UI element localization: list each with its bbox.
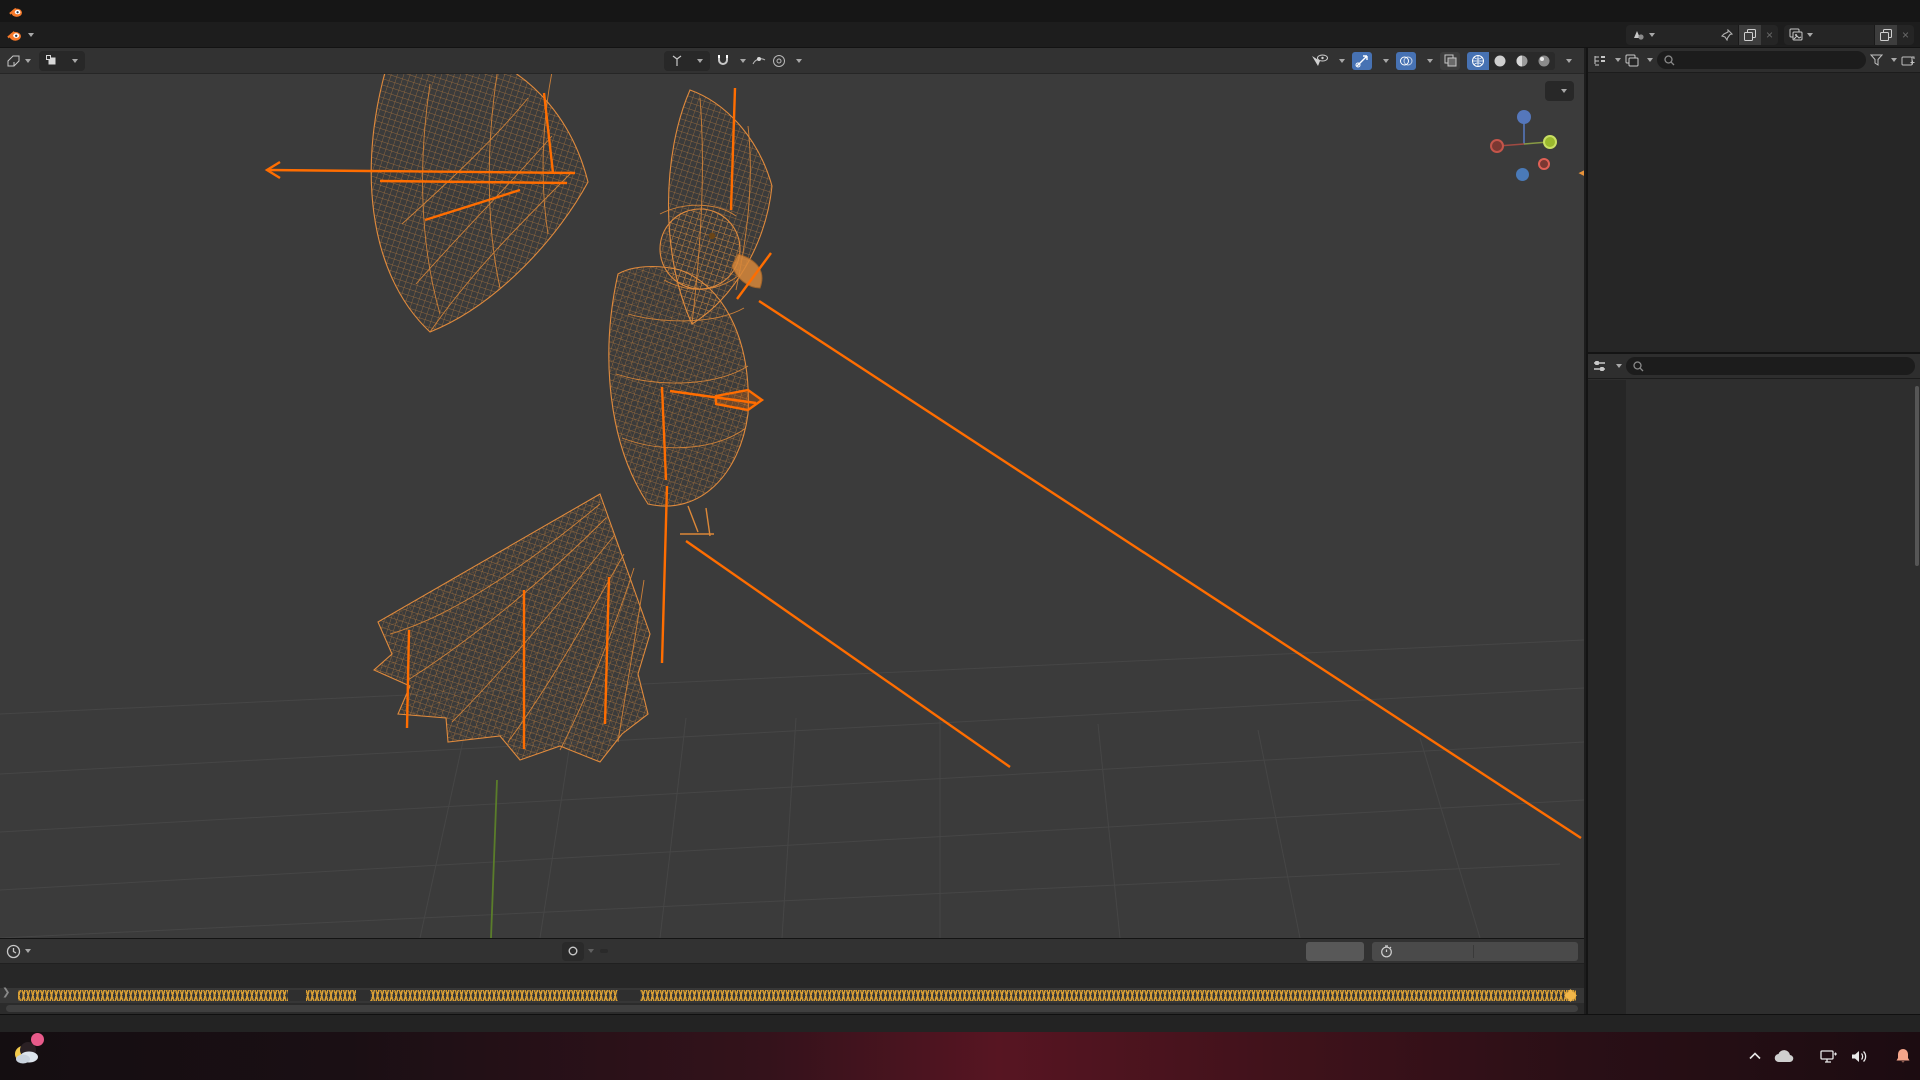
- window-controls: [1792, 0, 1912, 22]
- right-panel: [1586, 48, 1920, 1014]
- scene-icon: [1631, 28, 1645, 41]
- timeline-editor: ❯: [0, 938, 1584, 1014]
- top-bar: × ×: [0, 22, 1920, 48]
- view-layer-icon: [1789, 28, 1803, 41]
- properties-header: [1588, 354, 1920, 379]
- blender-menu-icon[interactable]: [6, 27, 22, 43]
- title-bar: [0, 0, 1920, 22]
- outliner-header: [1588, 48, 1920, 73]
- shading-material-icon[interactable]: [1511, 52, 1533, 70]
- chevron-down-icon: [28, 32, 34, 37]
- timeline-ruler[interactable]: [0, 964, 1584, 988]
- orientation-globe-icon: [671, 55, 683, 67]
- current-frame-field[interactable]: [1306, 941, 1364, 961]
- viewport-stats: [66, 112, 128, 121]
- playback-transport: [562, 941, 608, 961]
- properties-search[interactable]: [1626, 357, 1915, 375]
- scene-selector: ×: [1625, 24, 1778, 45]
- search-icon: [1633, 360, 1644, 372]
- gizmo-negx-axis[interactable]: [1490, 139, 1504, 153]
- shading-solid-icon[interactable]: [1489, 52, 1511, 70]
- overlays-toggle-icon[interactable]: [1396, 51, 1416, 70]
- properties-scrollbar[interactable]: [1915, 386, 1919, 566]
- parrot-wireframe: [370, 74, 773, 763]
- outliner: [1588, 48, 1920, 352]
- gizmo-negz-axis[interactable]: [1516, 168, 1529, 181]
- outliner-search[interactable]: [1657, 51, 1866, 69]
- windows-taskbar: [0, 1032, 1920, 1080]
- shading-wireframe-icon[interactable]: [1467, 51, 1489, 70]
- viewport-header: [0, 48, 1584, 74]
- status-bar: [0, 1014, 1920, 1032]
- blender-window: × × ◂ ❯: [0, 0, 1920, 1080]
- scene-render: [0, 74, 1584, 938]
- gizmo-x-axis[interactable]: [1538, 158, 1550, 170]
- filter-view-layer-icon[interactable]: [1625, 54, 1639, 67]
- xray-toggle-icon[interactable]: [1440, 51, 1460, 70]
- properties-editor-icon[interactable]: [1593, 360, 1608, 373]
- view-layer-selector: ×: [1783, 24, 1914, 45]
- search-icon: [1664, 54, 1675, 66]
- onedrive-icon[interactable]: [1774, 1049, 1794, 1063]
- timeline-scrollbar[interactable]: [6, 1005, 1578, 1012]
- minimize-button[interactable]: [1792, 0, 1832, 22]
- shading-rendered-icon[interactable]: [1533, 52, 1555, 70]
- gizmos-toggle-icon[interactable]: [1352, 51, 1372, 70]
- weather-widget[interactable]: [10, 1033, 50, 1068]
- stopwatch-icon: [1380, 944, 1393, 958]
- outliner-tree: [1588, 73, 1920, 76]
- orientation-dropdown[interactable]: [664, 50, 710, 71]
- new-collection-icon[interactable]: [1901, 54, 1915, 67]
- new-scene-button[interactable]: [1737, 24, 1761, 45]
- display-mode-icon[interactable]: [1593, 54, 1607, 67]
- blender-logo-icon: [8, 4, 23, 19]
- timeline-header: [0, 939, 1584, 964]
- show-gizmo-filter-icon[interactable]: [1311, 54, 1328, 68]
- channel-expand-arrow[interactable]: ❯: [2, 987, 10, 998]
- snap-increment-icon[interactable]: [752, 54, 766, 68]
- options-button[interactable]: [1545, 81, 1574, 101]
- network-icon[interactable]: [1820, 1049, 1838, 1064]
- properties-content: [1626, 380, 1920, 1014]
- system-tray: [1749, 1032, 1912, 1080]
- keyframe-band[interactable]: [0, 988, 1584, 1003]
- viewport-canvas[interactable]: ◂: [0, 74, 1584, 938]
- volume-icon[interactable]: [1851, 1049, 1868, 1064]
- snap-magnet-icon[interactable]: [716, 54, 730, 68]
- scene-browse-button[interactable]: [1626, 25, 1660, 45]
- object-mode-icon: [46, 54, 58, 67]
- gizmo-z-axis[interactable]: [1517, 110, 1531, 124]
- remove-view-layer-button[interactable]: ×: [1897, 25, 1914, 45]
- auto-keying-icon[interactable]: [562, 941, 584, 961]
- maximize-button[interactable]: [1832, 0, 1872, 22]
- tray-chevron-up-icon[interactable]: [1749, 1052, 1761, 1060]
- navigation-gizmo[interactable]: [1486, 106, 1562, 182]
- new-view-layer-button[interactable]: [1873, 24, 1897, 45]
- viewport-3d[interactable]: ◂: [0, 48, 1584, 938]
- editor-type-icon[interactable]: [6, 54, 21, 68]
- notification-bell-icon[interactable]: [1894, 1047, 1912, 1065]
- delete-scene-button[interactable]: ×: [1761, 25, 1778, 45]
- sidebar-toggle-arrow[interactable]: ◂: [1578, 166, 1584, 179]
- weather-badge: [31, 1033, 44, 1046]
- keyframes: [18, 990, 1576, 1001]
- close-button[interactable]: [1872, 0, 1912, 22]
- filter-funnel-icon[interactable]: [1870, 54, 1883, 66]
- properties-editor: [1588, 352, 1920, 1014]
- mode-dropdown[interactable]: [39, 50, 85, 71]
- pin-icon[interactable]: [1716, 25, 1738, 45]
- properties-tabs: [1588, 380, 1626, 1014]
- proportional-editing-icon[interactable]: [772, 54, 786, 68]
- gizmo-y-axis[interactable]: [1543, 135, 1557, 149]
- timeline-editor-icon[interactable]: [6, 944, 21, 959]
- frame-range-group: [1372, 941, 1578, 961]
- weather-icon: [10, 1033, 44, 1068]
- view-layer-browse-button[interactable]: [1784, 25, 1818, 45]
